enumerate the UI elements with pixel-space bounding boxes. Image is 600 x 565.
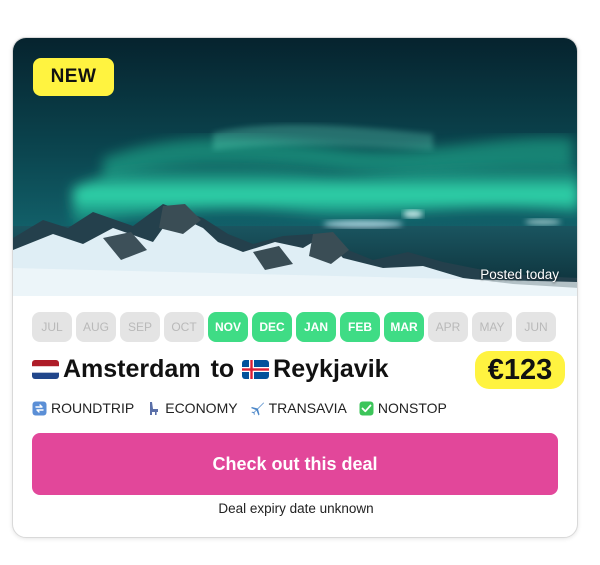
tag-airline: TRANSAVIA — [250, 400, 347, 416]
repeat-icon — [32, 401, 47, 416]
month-chip: SEP — [120, 312, 160, 342]
expiry-note: Deal expiry date unknown — [218, 501, 374, 516]
netherlands-flag-icon — [32, 359, 59, 379]
tag-label: ROUNDTRIP — [51, 400, 135, 416]
deal-tags: ROUNDTRIP ECONOMY TRANSAVIA NONSTOP — [32, 399, 447, 417]
month-chip-active: MAR — [384, 312, 424, 342]
posted-date: Posted today — [480, 267, 559, 282]
route-origin: Amsterdam — [63, 354, 201, 383]
hero-image[interactable]: NEW Posted today — [13, 38, 577, 296]
month-chip: APR — [428, 312, 468, 342]
iceland-flag-icon — [242, 359, 270, 379]
new-badge: NEW — [33, 58, 114, 96]
month-chip-active: JAN — [296, 312, 336, 342]
airplane-icon — [250, 401, 265, 416]
deal-card[interactable]: NEW Posted today JUL AUG SEP OCT NOV DEC… — [12, 37, 578, 538]
tag-roundtrip: ROUNDTRIP — [32, 400, 134, 416]
month-chip-active: FEB — [340, 312, 380, 342]
tag-nonstop: NONSTOP — [359, 400, 447, 416]
route-destination: Reykjavik — [273, 354, 389, 383]
tag-economy: ECONOMY — [146, 400, 238, 416]
route-title: Amsterdam to Reykjavik — [32, 352, 389, 386]
month-chip: JUN — [516, 312, 556, 342]
tag-label: TRANSAVIA — [268, 400, 347, 416]
month-chip: OCT — [164, 312, 204, 342]
month-chip-active: NOV — [208, 312, 248, 342]
month-chip: MAY — [472, 312, 512, 342]
month-chip-active: DEC — [252, 312, 292, 342]
tag-label: NONSTOP — [377, 400, 447, 416]
tag-label: ECONOMY — [165, 400, 238, 416]
travel-months: JUL AUG SEP OCT NOV DEC JAN FEB MAR APR … — [32, 312, 558, 342]
month-chip: AUG — [76, 312, 116, 342]
check-deal-button[interactable]: Check out this deal — [32, 433, 558, 495]
seat-icon — [146, 401, 161, 416]
route-connector: to — [210, 354, 235, 383]
month-chip: JUL — [32, 312, 72, 342]
check-icon — [359, 401, 374, 416]
price-tag: €123 — [475, 351, 565, 389]
